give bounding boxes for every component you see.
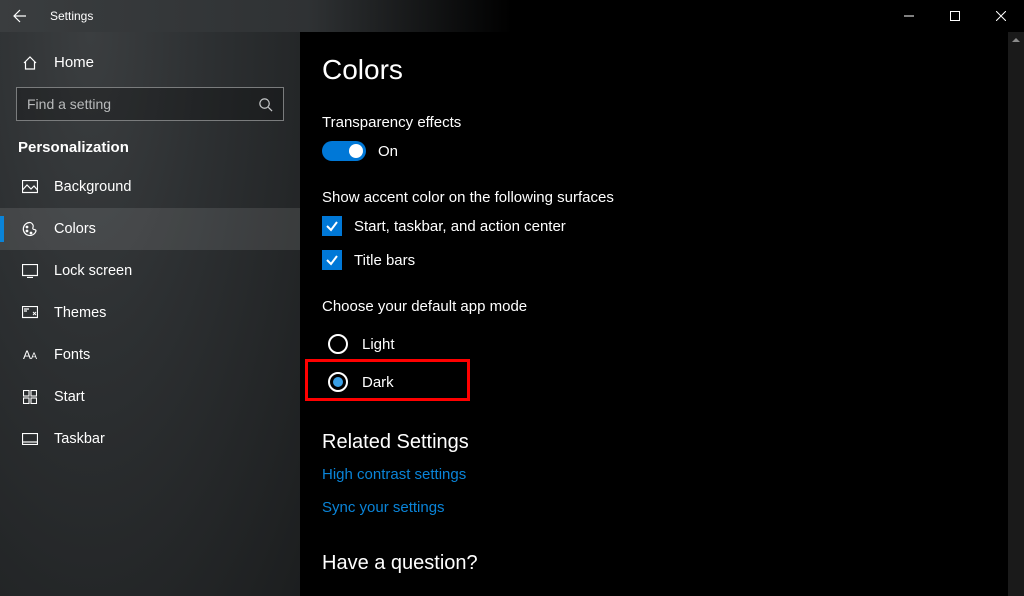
- sidebar-item-fonts[interactable]: AA Fonts: [0, 334, 300, 376]
- scroll-up-icon[interactable]: [1008, 32, 1024, 48]
- accent-surfaces-heading: Show accent color on the following surfa…: [322, 189, 1000, 206]
- related-settings-heading: Related Settings: [322, 431, 1000, 454]
- sidebar-category: Personalization: [0, 125, 300, 166]
- sidebar-item-themes[interactable]: Themes: [0, 292, 300, 334]
- link-sync-settings[interactable]: Sync your settings: [322, 499, 1000, 516]
- page-title: Colors: [322, 54, 1000, 86]
- checkbox-title-bars[interactable]: Title bars: [322, 250, 1000, 270]
- sidebar-item-start[interactable]: Start: [0, 376, 300, 418]
- back-button[interactable]: [0, 0, 40, 32]
- sidebar-item-label: Fonts: [54, 347, 90, 363]
- window-title: Settings: [50, 9, 93, 23]
- maximize-button[interactable]: [932, 0, 978, 32]
- sidebar-item-label: Start: [54, 389, 85, 405]
- sidebar-item-home[interactable]: Home: [0, 44, 300, 81]
- sidebar-item-label: Taskbar: [54, 431, 105, 447]
- close-button[interactable]: [978, 0, 1024, 32]
- sidebar-item-label: Themes: [54, 305, 106, 321]
- checkbox-icon: [322, 250, 342, 270]
- themes-icon: [20, 306, 40, 320]
- checkbox-label: Start, taskbar, and action center: [354, 218, 566, 235]
- checkbox-icon: [322, 216, 342, 236]
- transparency-toggle[interactable]: [322, 141, 366, 161]
- search-icon: [258, 97, 273, 112]
- sidebar-item-label: Background: [54, 179, 131, 195]
- sidebar-item-label: Colors: [54, 221, 96, 237]
- link-high-contrast[interactable]: High contrast settings: [322, 466, 1000, 483]
- radio-icon: [328, 372, 348, 392]
- palette-icon: [20, 221, 40, 237]
- sidebar-item-taskbar[interactable]: Taskbar: [0, 418, 300, 460]
- sidebar-item-lockscreen[interactable]: Lock screen: [0, 250, 300, 292]
- content-area: Colors Transparency effects On Show acce…: [300, 32, 1024, 596]
- sidebar-item-background[interactable]: Background: [0, 166, 300, 208]
- home-label: Home: [54, 54, 94, 71]
- sidebar: Home Personalization: [0, 32, 300, 596]
- radio-label: Light: [362, 336, 395, 353]
- minimize-button[interactable]: [886, 0, 932, 32]
- search-input[interactable]: [16, 87, 284, 121]
- toggle-knob: [349, 144, 363, 158]
- vertical-scrollbar[interactable]: [1008, 32, 1024, 596]
- checkbox-label: Title bars: [354, 252, 415, 269]
- checkbox-start-taskbar-action-center[interactable]: Start, taskbar, and action center: [322, 216, 1000, 236]
- transparency-heading: Transparency effects: [322, 114, 1000, 131]
- radio-app-mode-dark[interactable]: Dark: [322, 363, 1000, 401]
- app-mode-heading: Choose your default app mode: [322, 298, 1000, 315]
- fonts-icon: AA: [20, 348, 40, 362]
- sidebar-item-colors[interactable]: Colors: [0, 208, 300, 250]
- radio-app-mode-light[interactable]: Light: [322, 325, 1000, 363]
- start-icon: [20, 390, 40, 404]
- search-field[interactable]: [27, 96, 252, 112]
- have-a-question-heading: Have a question?: [322, 552, 1000, 575]
- taskbar-icon: [20, 433, 40, 445]
- picture-icon: [20, 180, 40, 194]
- radio-icon: [328, 334, 348, 354]
- titlebar: Settings: [0, 0, 1024, 32]
- transparency-state: On: [378, 143, 398, 160]
- home-icon: [20, 55, 40, 71]
- radio-label: Dark: [362, 374, 394, 391]
- lockscreen-icon: [20, 264, 40, 278]
- sidebar-item-label: Lock screen: [54, 263, 132, 279]
